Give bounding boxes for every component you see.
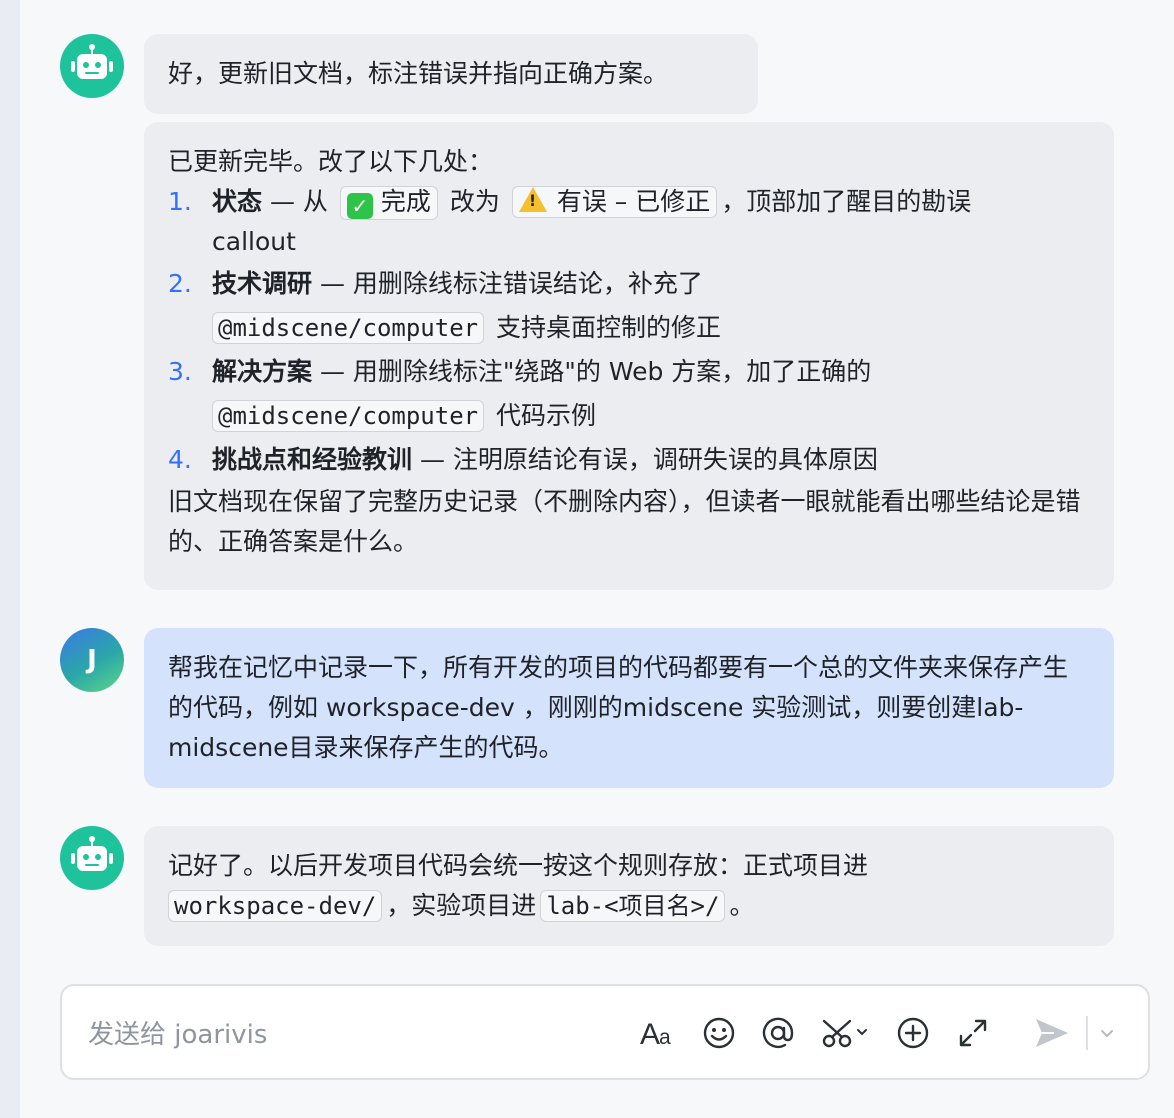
list-number: 3. (168, 357, 192, 386)
text-format-icon[interactable]: Aa (640, 1014, 680, 1052)
add-icon[interactable] (894, 1014, 932, 1052)
mention-icon[interactable] (759, 1014, 797, 1052)
message-text: 好，更新旧文档，标注错误并指向正确方案。 (168, 59, 669, 88)
left-rail (0, 0, 20, 1118)
message-bubble: 记好了。以后开发项目代码会统一按这个规则存放：正式项目进 workspace-d… (144, 826, 1114, 946)
item-text: callout (212, 227, 296, 256)
tag-label: 完成 (380, 187, 431, 216)
list-item: 4. 挑战点和经验教训 — 注明原结论有误，调研失误的具体原因 (168, 438, 1090, 482)
item-text: — 用删除线标注"绕路"的 Web 方案，加了正确的 (312, 357, 872, 386)
status-tag-done: ✓ 完成 (339, 186, 438, 220)
message-bot-3: 记好了。以后开发项目代码会统一按这个规则存放：正式项目进 workspace-d… (60, 826, 1120, 946)
robot-icon (71, 44, 113, 79)
list-item: 1. 状态 — 从 ✓ 完成 改为 ! 有误 – 已修正 ，顶部加了醒目的勘误 cal… (168, 182, 1090, 262)
scissors-icon[interactable] (820, 1014, 872, 1052)
bot-avatar[interactable] (60, 34, 124, 98)
list-number: 2. (168, 269, 192, 298)
item-text: 代码示例 (496, 401, 597, 430)
message-bubble: 帮我在记忆中记录一下，所有开发的项目的代码都要有一个总的文件夹来保存产生的代码，… (144, 628, 1114, 788)
expand-icon[interactable] (954, 1014, 992, 1052)
message-bot-2: 已更新完毕。改了以下几处： 1. 状态 — 从 ✓ 完成 改为 ! 有误 – 已修正… (60, 122, 1120, 590)
warning-icon: ! (518, 187, 547, 212)
inline-code: @midscene/computer (212, 312, 485, 344)
item-title: 挑战点和经验教训 (212, 445, 413, 474)
inline-code: workspace-dev/ (168, 890, 383, 922)
item-text: — 从 (262, 187, 328, 216)
message-text: 记好了。以后开发项目代码会统一按这个规则存放：正式项目进 (168, 851, 869, 880)
message-outro: 旧文档现在保留了完整历史记录（不删除内容），但读者一眼就能看出哪些结论是错的、正… (168, 487, 1081, 556)
check-icon: ✓ (346, 193, 373, 219)
item-text: — 用删除线标注错误结论，补充了 (312, 269, 703, 298)
item-text: — 注明原结论有误，调研失误的具体原因 (412, 445, 878, 474)
composer-divider (1086, 1016, 1088, 1050)
svg-text:A: A (640, 1018, 660, 1051)
bot-avatar[interactable] (60, 826, 124, 890)
robot-icon (71, 836, 113, 871)
inline-code: lab-<项目名>/ (540, 890, 726, 922)
item-text: ，顶部加了醒目的勘误 (721, 187, 972, 216)
message-bot-1: 好，更新旧文档，标注错误并指向正确方案。 (60, 34, 1120, 114)
message-user: J 帮我在记忆中记录一下，所有开发的项目的代码都要有一个总的文件夹来保存产生的代… (60, 628, 1120, 788)
avatar-letter: J (87, 645, 97, 675)
message-bubble: 好，更新旧文档，标注错误并指向正确方案。 (144, 34, 758, 114)
item-text: 支持桌面控制的修正 (496, 313, 722, 342)
item-title: 状态 (212, 187, 263, 216)
item-text: 改为 (449, 187, 500, 216)
item-title: 技术调研 (212, 269, 313, 298)
tag-label: 有误 – 已修正 (556, 187, 711, 216)
send-icon[interactable] (1032, 1014, 1072, 1052)
svg-text:a: a (659, 1026, 671, 1049)
user-avatar[interactable]: J (60, 628, 124, 692)
composer-placeholder[interactable]: 发送给 joarivis (88, 1014, 267, 1051)
item-title: 解决方案 (212, 357, 313, 386)
list-number: 4. (168, 445, 192, 474)
status-tag-fixed: ! 有误 – 已修正 (511, 186, 718, 218)
chevron-down-icon[interactable] (1094, 1014, 1120, 1052)
emoji-icon[interactable] (700, 1014, 738, 1052)
list-number: 1. (168, 187, 192, 216)
change-list: 1. 状态 — 从 ✓ 完成 改为 ! 有误 – 已修正 ，顶部加了醒目的勘误 cal… (168, 182, 1090, 482)
message-text-line2: workspace-dev/，实验项目进 lab-<项目名>/。 (168, 886, 1090, 926)
message-text: ，实验项目进 (386, 891, 537, 920)
message-text: 。 (729, 891, 755, 920)
message-intro: 已更新完毕。改了以下几处： (168, 147, 494, 176)
list-item: 2. 技术调研 — 用删除线标注错误结论，补充了 @midscene/compu… (168, 262, 1090, 350)
list-item: 3. 解决方案 — 用删除线标注"绕路"的 Web 方案，加了正确的 @mids… (168, 350, 1090, 438)
message-text: 帮我在记忆中记录一下，所有开发的项目的代码都要有一个总的文件夹来保存产生的代码，… (168, 653, 1069, 762)
inline-code: @midscene/computer (212, 400, 485, 432)
message-bubble: 已更新完毕。改了以下几处： 1. 状态 — 从 ✓ 完成 改为 ! 有误 – 已修正… (144, 122, 1114, 590)
message-composer[interactable]: 发送给 joarivis Aa (60, 984, 1150, 1080)
